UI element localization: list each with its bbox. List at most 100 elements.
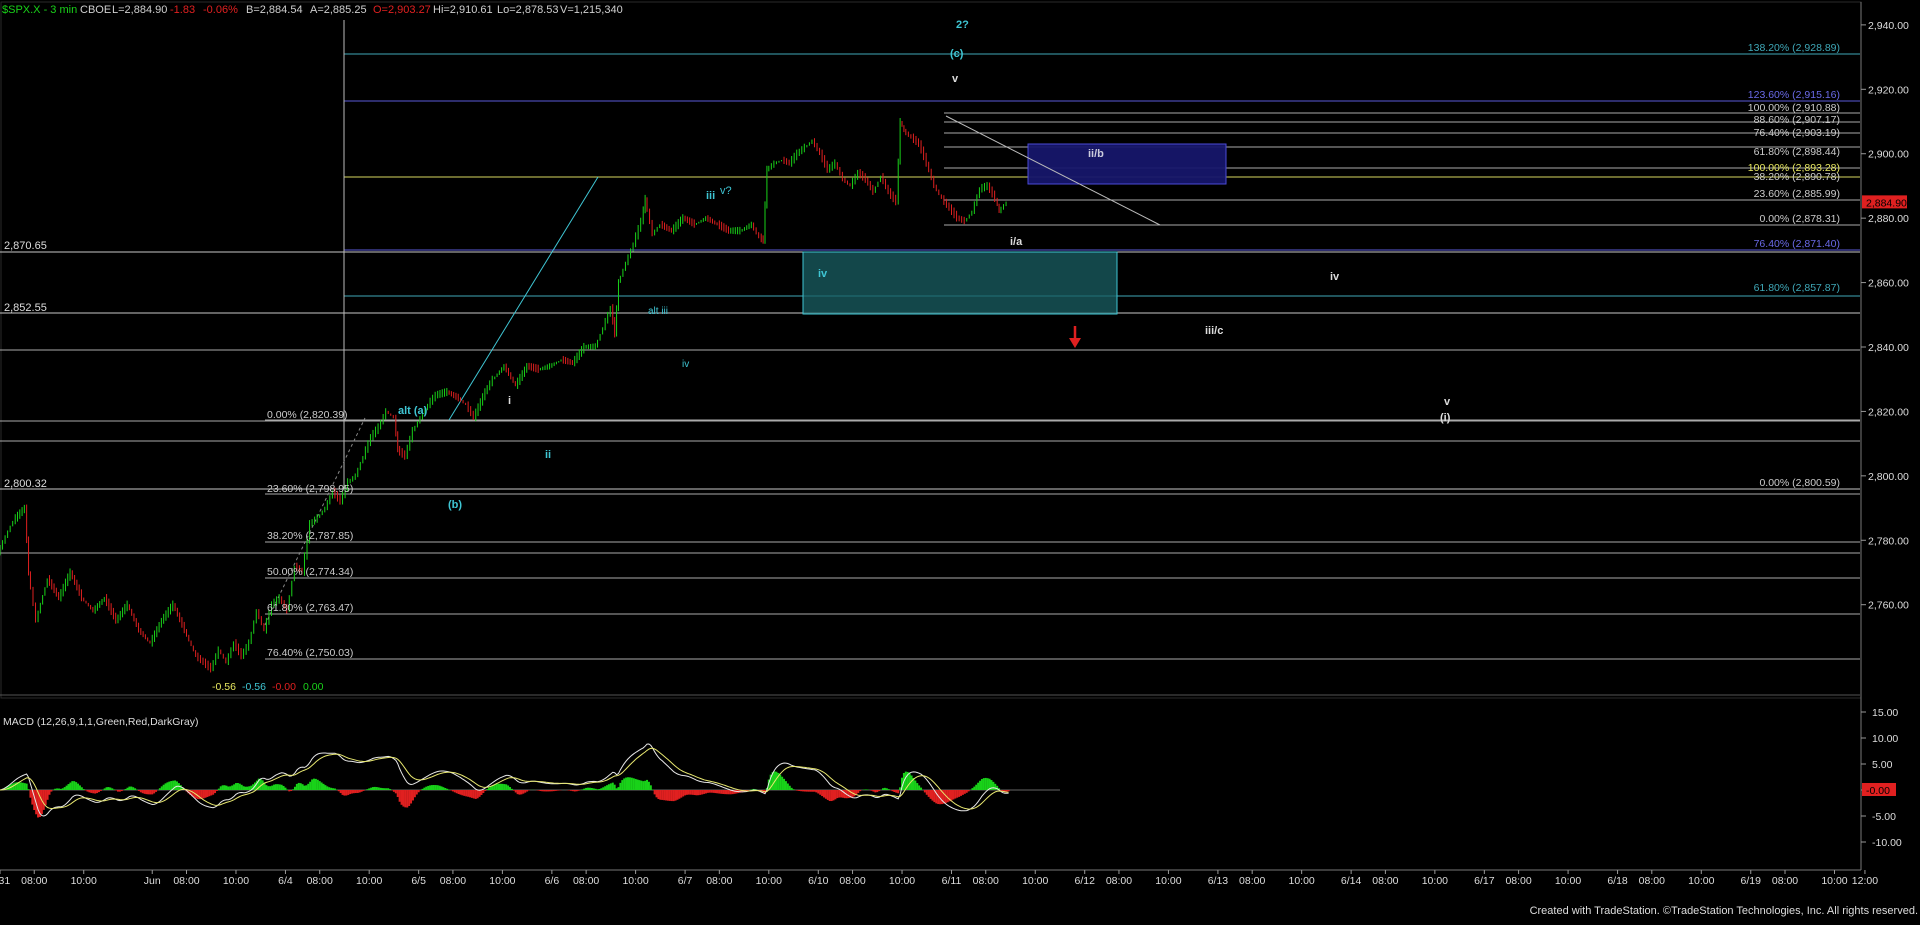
volume-label: V=1,215,340: [560, 4, 623, 16]
wave-label: iv: [818, 268, 828, 280]
wave-label: iii: [706, 190, 715, 202]
fib-label: 38.20% (2,787.85): [267, 530, 353, 542]
y-tick-label: 2,860.00: [1868, 278, 1909, 290]
macd-tick-label: -5.00: [1872, 811, 1896, 823]
fib-label: 0.00% (2,878.31): [1759, 213, 1840, 225]
x-tick-label: 08:00: [1372, 875, 1398, 887]
x-tick-label: 5/31: [0, 875, 10, 887]
fib-label: 138.20% (2,928.89): [1748, 42, 1840, 54]
net-change: -1.83: [170, 4, 195, 16]
fib-label: 61.80% (2,763.47): [267, 602, 353, 614]
wave-label: (i): [1440, 412, 1451, 424]
wave-label: v: [1444, 396, 1451, 408]
wave-label: alt iii: [648, 306, 668, 317]
x-tick-label: 08:00: [440, 875, 466, 887]
x-tick-label: 10:00: [223, 875, 249, 887]
level-label-2852: 2,852.55: [4, 302, 47, 314]
fib-label: 76.40% (2,903.19): [1754, 127, 1840, 139]
x-tick-label: 6/14: [1341, 875, 1362, 887]
chart-header: $SPX.X - 3 min CBOE L=2,884.90 -1.83 -0.…: [2, 4, 623, 16]
x-tick-label: 08:00: [21, 875, 47, 887]
macd-tick-label: -10.00: [1872, 837, 1902, 849]
x-tick-label: 08:00: [1505, 875, 1531, 887]
x-tick-label: 08:00: [1639, 875, 1665, 887]
x-tick-label: 10:00: [71, 875, 97, 887]
x-tick-label: 08:00: [173, 875, 199, 887]
fib-label: 88.60% (2,907.17): [1754, 114, 1840, 126]
wave-label: i/a: [1010, 236, 1023, 248]
fib-label: 123.60% (2,915.16): [1748, 89, 1840, 101]
x-tick-label: 6/5: [411, 875, 426, 887]
y-tick-label: 2,800.00: [1868, 471, 1909, 483]
macd-current-marker: -0.00: [1862, 783, 1896, 797]
wave-label: i: [508, 395, 511, 407]
low-price: Lo=2,878.53: [497, 4, 558, 16]
x-tick-label: 10:00: [622, 875, 648, 887]
pct-change: -0.06%: [203, 4, 238, 16]
bottom-value: -0.56: [212, 681, 236, 693]
high-price: Hi=2,910.61: [433, 4, 493, 16]
x-tick-label: 6/17: [1474, 875, 1495, 887]
x-tick-label: 08:00: [1239, 875, 1265, 887]
bottom-value: -0.00: [272, 681, 296, 693]
x-tick-label: 6/4: [278, 875, 293, 887]
x-tick-label: 10:00: [1688, 875, 1714, 887]
x-tick-label: 6/11: [942, 875, 962, 887]
level-label-2870: 2,870.65: [4, 240, 47, 252]
wave-label: iii/c: [1205, 325, 1223, 337]
fib-label: 76.40% (2,750.03): [267, 647, 353, 659]
x-tick-label: 6/6: [545, 875, 560, 887]
x-tick-label: 10:00: [489, 875, 515, 887]
y-tick-label: 2,900.00: [1868, 149, 1909, 161]
y-tick-label: 2,920.00: [1868, 84, 1909, 96]
last-price-axis-label: 2,884.90: [1866, 197, 1907, 209]
exchange-label: CBOE: [80, 4, 111, 16]
fib-label: 23.60% (2,798.95): [267, 483, 353, 495]
y-tick-label: 2,880.00: [1868, 213, 1909, 225]
wave-label: (c): [950, 48, 964, 60]
x-tick-label: 08:00: [1106, 875, 1132, 887]
wave-label: v?: [720, 185, 732, 197]
open-price: O=2,903.27: [373, 4, 431, 16]
fib-label: 0.00% (2,800.59): [1759, 477, 1840, 489]
y-tick-label: 2,840.00: [1868, 342, 1909, 354]
bottom-value: -0.56: [242, 681, 266, 693]
fib-label: 100.00% (2,910.88): [1748, 102, 1840, 114]
y-tick-label: 2,760.00: [1868, 600, 1909, 612]
x-tick-label: 10:00: [756, 875, 782, 887]
x-tick-label: 10:00: [889, 875, 915, 887]
x-tick-label: 08:00: [1772, 875, 1798, 887]
x-tick-label: 10:00: [1155, 875, 1181, 887]
fib-label: 61.80% (2,898.44): [1754, 146, 1840, 158]
resistance-zone-box: [1027, 143, 1227, 185]
macd-current-label: -0.00: [1866, 785, 1890, 797]
x-tick-label: 08:00: [307, 875, 333, 887]
x-tick-label: 08:00: [573, 875, 599, 887]
x-tick-label: 10:00: [1422, 875, 1448, 887]
x-tick-label: 10:00: [356, 875, 382, 887]
macd-tick-label: 5.00: [1872, 759, 1893, 771]
x-tick-label: Jun: [144, 875, 161, 887]
bid-price: B=2,884.54: [246, 4, 303, 16]
fib-label: 23.60% (2,885.99): [1754, 188, 1840, 200]
x-tick-label: 6/12: [1074, 875, 1095, 887]
fib-label: 0.00% (2,820.39): [267, 409, 348, 421]
last-price-marker: 2,884.90: [1862, 195, 1907, 209]
x-tick-label: 6/19: [1741, 875, 1762, 887]
level-label-2800: 2,800.32: [4, 478, 47, 490]
fib-label: 100.00% (2,893.28): [1748, 162, 1840, 174]
chart-canvas[interactable]: $SPX.X - 3 min CBOE L=2,884.90 -1.83 -0.…: [0, 0, 1920, 920]
wave-label: iv: [1330, 271, 1340, 283]
x-tick-label: 6/18: [1607, 875, 1628, 887]
x-tick-label: 10:00: [1555, 875, 1581, 887]
y-tick-label: 2,820.00: [1868, 406, 1909, 418]
x-tick-label: 6/10: [808, 875, 829, 887]
wave-label: ii/b: [1088, 148, 1104, 160]
x-tick-label: 12:00: [1852, 875, 1878, 887]
macd-tick-label: 15.00: [1872, 707, 1898, 719]
y-tick-label: 2,780.00: [1868, 535, 1909, 547]
copyright-footer: Created with TradeStation. ©TradeStation…: [1530, 905, 1918, 917]
x-tick-label: 08:00: [839, 875, 865, 887]
wave-label: 2?: [956, 19, 969, 31]
y-tick-label: 2,940.00: [1868, 20, 1909, 32]
